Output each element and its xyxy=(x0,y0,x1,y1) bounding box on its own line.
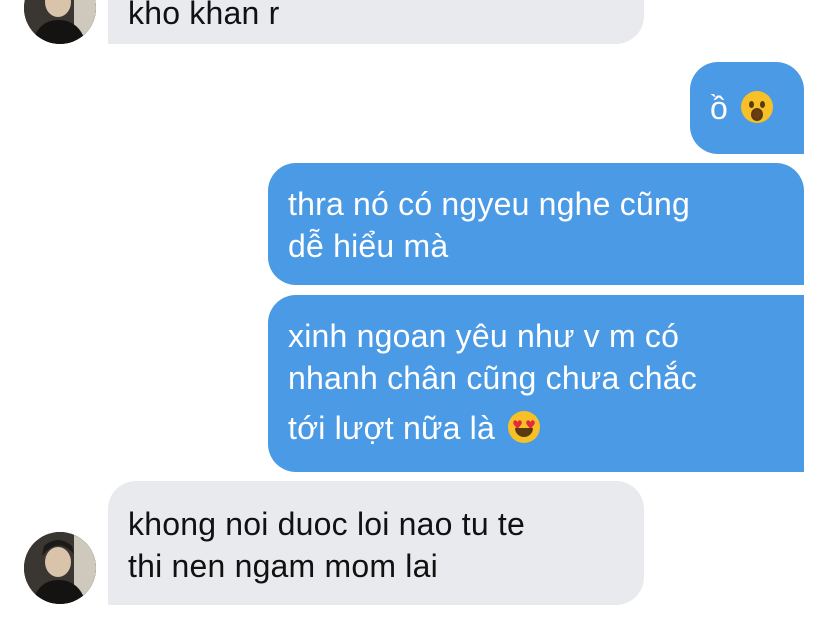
chat-thread: kho khan r ồ thra nó có ngyeu nghe cũng … xyxy=(0,0,828,640)
avatar-photo xyxy=(24,532,96,604)
message-text-line: thra nó có ngyeu nghe cũng xyxy=(288,186,690,222)
message-text-line: khong noi duoc loi nao tu te xyxy=(128,506,526,542)
message-bubble-incoming[interactable]: khong noi duoc loi nao tu te thi nen nga… xyxy=(108,481,644,605)
message-text-line: thi nen ngam mom lai xyxy=(128,548,438,584)
avatar-photo xyxy=(24,0,96,44)
message-text-line: tới lượt nữa là ♥ ♥ xyxy=(288,407,784,449)
heart-eyes-face-icon: ♥ ♥ xyxy=(508,411,541,443)
message-bubble-outgoing[interactable]: thra nó có ngyeu nghe cũng dễ hiểu mà xyxy=(268,163,804,285)
message-bubble-incoming[interactable]: kho khan r xyxy=(108,0,644,44)
contact-avatar[interactable] xyxy=(24,0,96,44)
message-text: kho khan r xyxy=(128,0,280,31)
contact-avatar[interactable] xyxy=(24,532,96,604)
message-bubble-outgoing[interactable]: xinh ngoan yêu như v m có nhanh chân cũn… xyxy=(268,295,804,472)
message-text: ồ xyxy=(710,90,728,126)
message-text-line: nhanh chân cũng chưa chắc xyxy=(288,360,697,396)
message-text-line: xinh ngoan yêu như v m có xyxy=(288,318,680,354)
hushed-face-icon xyxy=(741,91,774,123)
message-bubble-outgoing[interactable]: ồ xyxy=(690,62,804,154)
message-text: tới lượt nữa là xyxy=(288,410,495,446)
message-text-line: dễ hiểu mà xyxy=(288,228,449,264)
